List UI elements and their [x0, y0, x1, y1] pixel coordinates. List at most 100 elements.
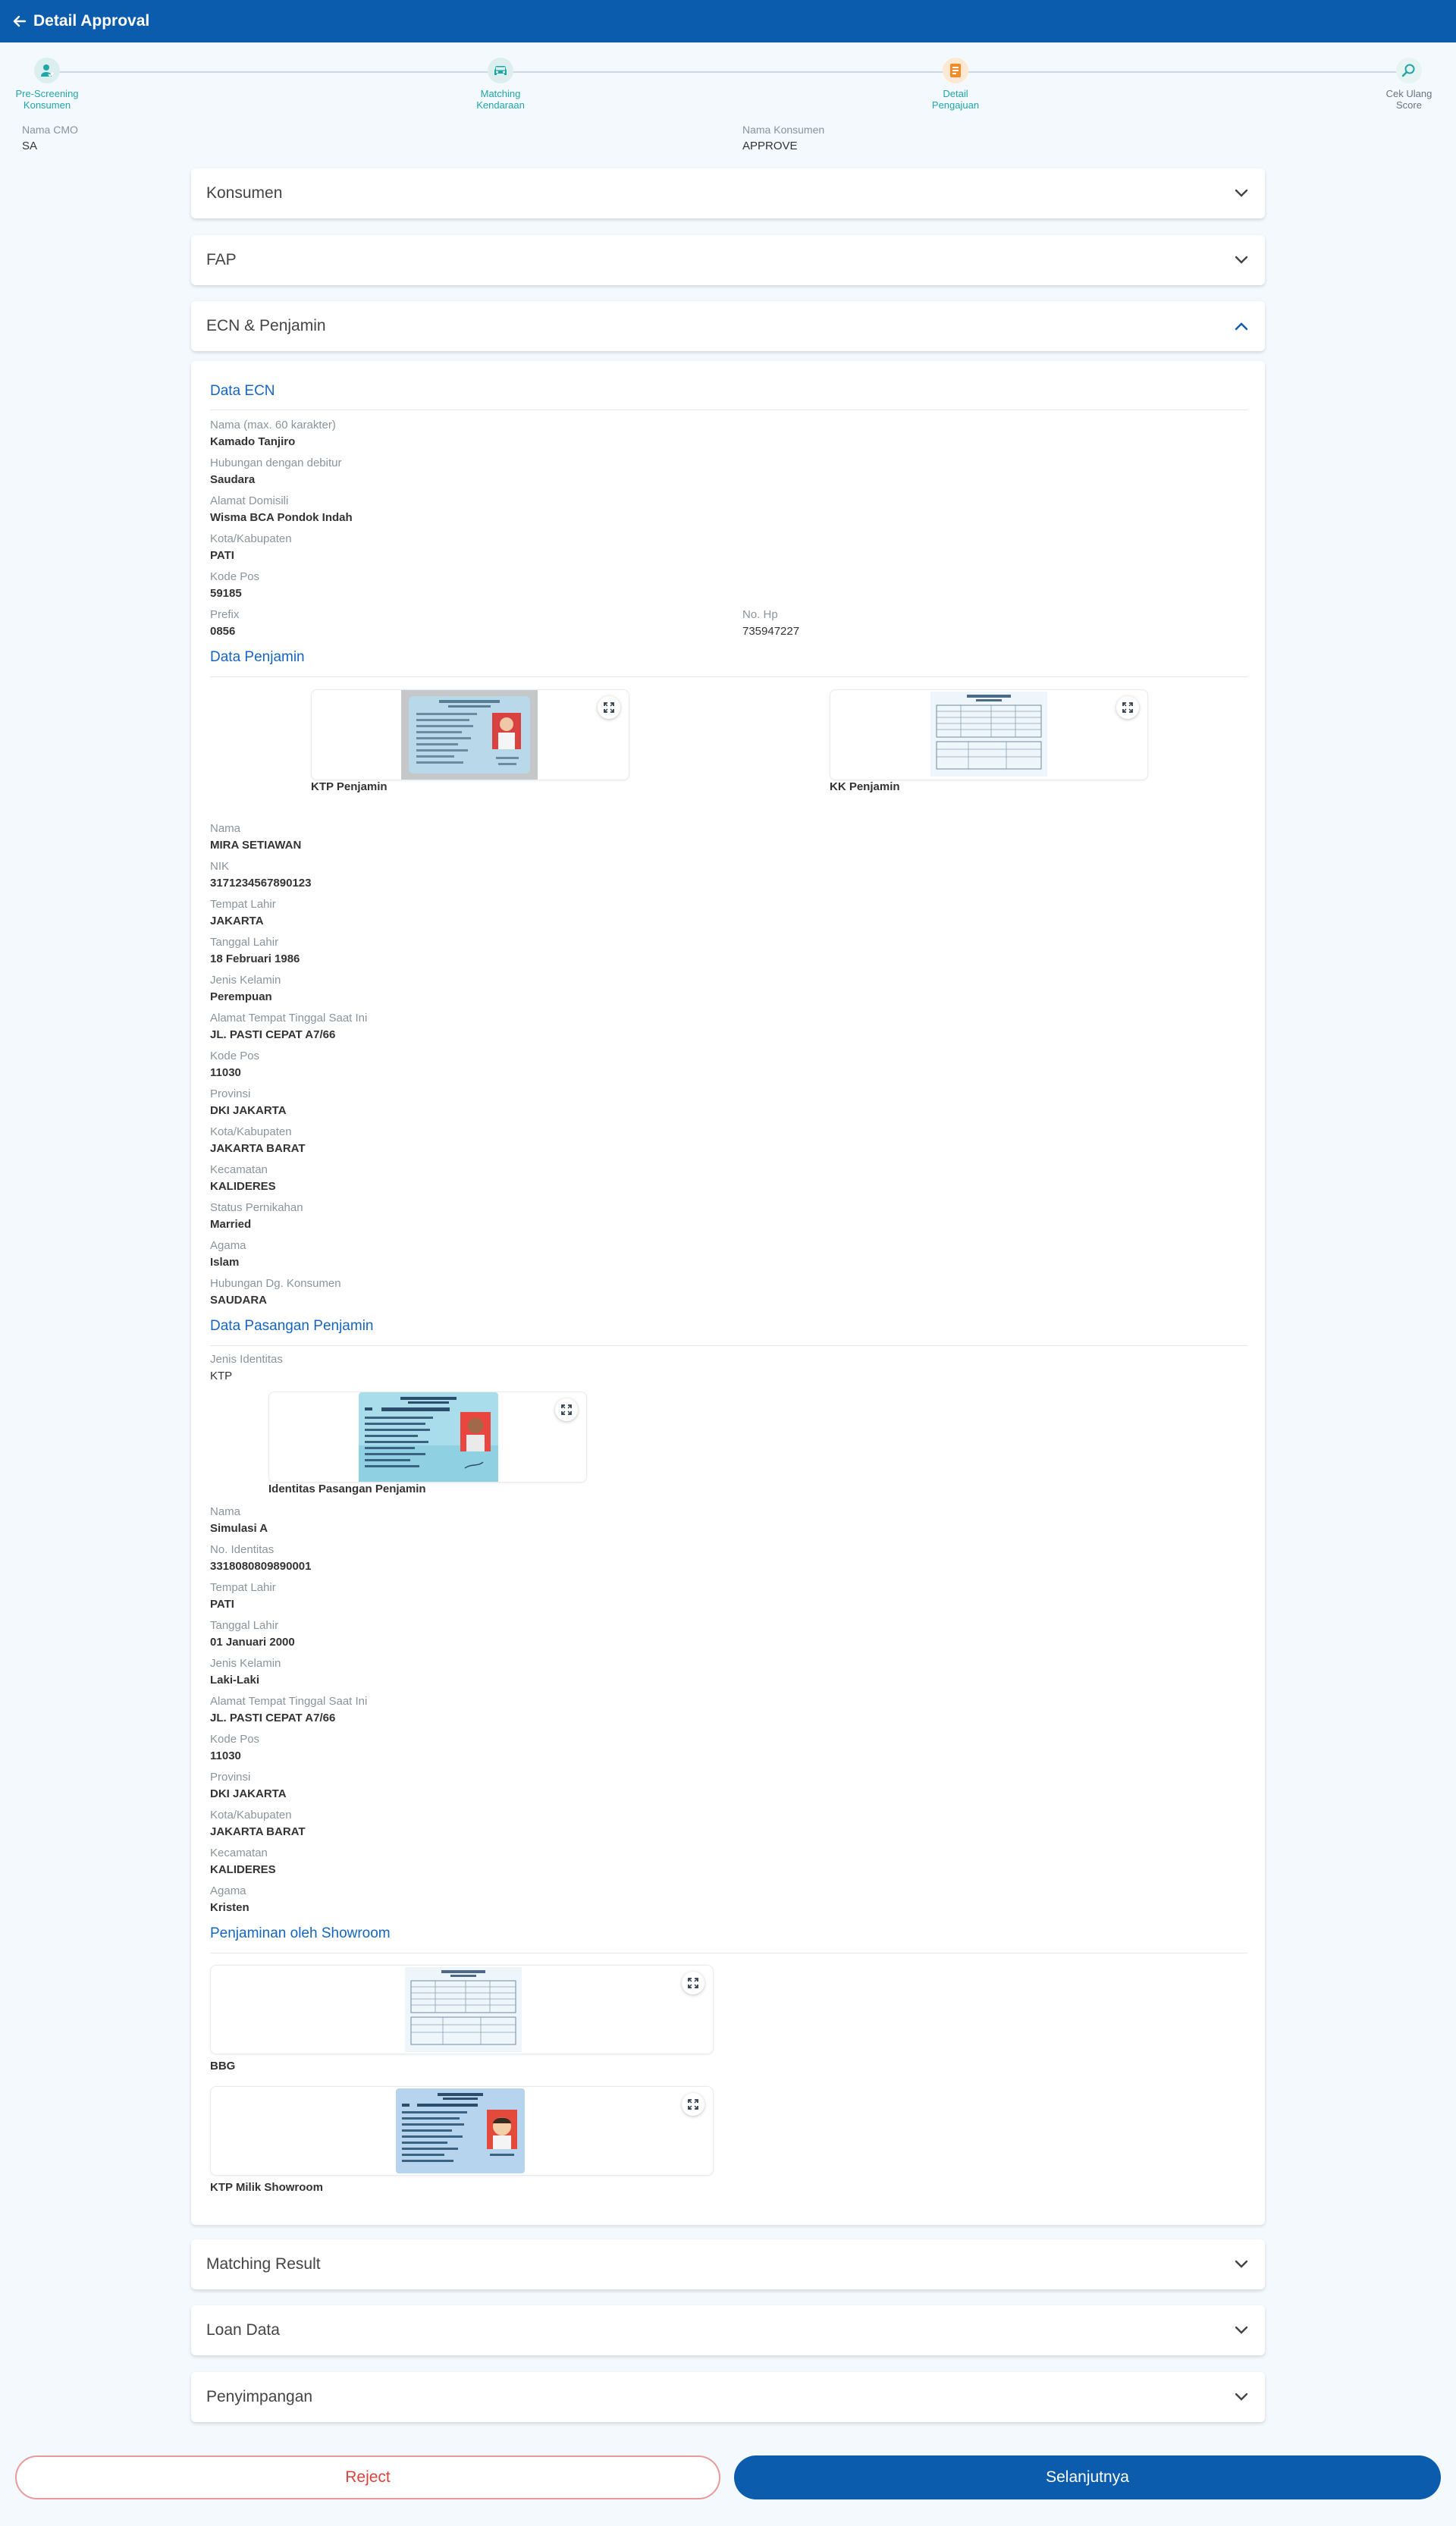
penjamin-field: Provinsi DKI JAKARTA — [210, 1087, 287, 1119]
ecn-field: Alamat Domisili Wisma BCA Pondok Indah — [210, 494, 353, 526]
field-label: Nama (max. 60 karakter) — [210, 419, 336, 431]
reject-button[interactable]: Reject — [15, 2455, 720, 2499]
step-connector — [500, 71, 956, 73]
field-value: Laki-Laki — [210, 1674, 260, 1687]
field-label: Nama Konsumen — [742, 124, 825, 136]
field-label: Hubungan dengan debitur — [210, 457, 342, 469]
pasangan-field: Alamat Tempat Tinggal Saat Ini JL. PASTI … — [210, 1695, 367, 1726]
field-label: Tanggal Lahir — [210, 936, 279, 949]
chevron-down-icon — [1233, 252, 1250, 268]
step-matching-kendaraan: Matching Kendaraan — [447, 58, 554, 111]
chevron-down-icon — [1233, 2256, 1250, 2273]
selanjutnya-button[interactable]: Selanjutnya — [734, 2455, 1441, 2499]
field-label: Nama — [210, 822, 241, 835]
field-value: Perempuan — [210, 990, 272, 1003]
divider — [210, 1345, 1247, 1346]
field-value: 11030 — [210, 1066, 241, 1079]
chevron-down-icon — [1233, 2389, 1250, 2405]
accordion-title: Matching Result — [206, 2255, 321, 2273]
divider — [210, 409, 1247, 410]
field-label: Nama CMO — [22, 124, 78, 136]
accordion-title: FAP — [206, 251, 237, 268]
accordion-fap[interactable]: FAP — [191, 235, 1265, 285]
accordion-loan-data[interactable]: Loan Data — [191, 2305, 1265, 2355]
field-value: PATI — [210, 1598, 234, 1611]
field-value: JL. PASTI CEPAT A7/66 — [210, 1028, 336, 1041]
field-value: KALIDERES — [210, 1180, 276, 1193]
field-label: Status Pernikahan — [210, 1201, 303, 1214]
field-label: Alamat Domisili — [210, 494, 289, 507]
accordion-konsumen[interactable]: Konsumen — [191, 168, 1265, 218]
field-label: Jenis Kelamin — [210, 974, 281, 987]
field-value: 11030 — [210, 1749, 241, 1762]
image-caption: KK Penjamin — [830, 780, 900, 793]
field-label: Tanggal Lahir — [210, 1619, 279, 1632]
step-cek-ulang-score: Cek Ulang Score — [1356, 58, 1456, 111]
field-label: Kota/Kabupaten — [210, 1809, 292, 1822]
field-label: Agama — [210, 1884, 246, 1897]
kk-penjamin-image[interactable] — [830, 689, 1148, 780]
ktp-penjamin-image[interactable] — [311, 689, 629, 780]
step-label: Pre-Screening Konsumen — [15, 88, 79, 111]
expand-icon[interactable] — [598, 696, 620, 719]
expand-icon[interactable] — [682, 2093, 704, 2116]
field-label: Hubungan Dg. Konsumen — [210, 1277, 341, 1290]
field-value: APPROVE — [742, 140, 798, 152]
penjamin-field: Kecamatan KALIDERES — [210, 1163, 276, 1194]
image-caption: BBG — [210, 2060, 236, 2073]
chevron-up-icon — [1233, 318, 1250, 334]
accordion-title: Konsumen — [206, 184, 283, 202]
field-value: SAUDARA — [210, 1294, 267, 1307]
identitas-pasangan-image[interactable] — [268, 1392, 587, 1483]
pasangan-field: Tempat Lahir PATI — [210, 1581, 276, 1612]
field-label: Kecamatan — [210, 1847, 268, 1859]
step-connector — [956, 71, 1409, 73]
field-value: Kristen — [210, 1901, 249, 1914]
page-title: Detail Approval — [33, 12, 150, 30]
accordion-penyimpangan[interactable]: Penyimpangan — [191, 2372, 1265, 2422]
step-label: Detail Pengajuan — [931, 88, 980, 111]
ktp-milik-showroom-image[interactable] — [210, 2086, 714, 2176]
field-label: Prefix — [210, 608, 240, 621]
penjamin-field: Agama Islam — [210, 1239, 246, 1270]
accordion-ecn-penjamin[interactable]: ECN & Penjamin — [191, 301, 1265, 351]
image-caption: KTP Milik Showroom — [210, 2181, 323, 2194]
field-value: MIRA SETIAWAN — [210, 839, 302, 852]
field-value: Married — [210, 1218, 252, 1231]
car-icon — [488, 58, 513, 83]
section-title-showroom: Penjaminan oleh Showroom — [210, 1925, 391, 1941]
pasangan-field: Jenis Kelamin Laki-Laki — [210, 1657, 281, 1688]
expand-icon[interactable] — [1116, 696, 1139, 719]
field-value: DKI JAKARTA — [210, 1787, 287, 1800]
image-caption: KTP Penjamin — [311, 780, 388, 793]
pasangan-jenis-identitas: Jenis Identitas KTP — [210, 1353, 283, 1384]
penjamin-field: Hubungan Dg. Konsumen SAUDARA — [210, 1277, 341, 1308]
field-value: 59185 — [210, 587, 242, 600]
expand-icon[interactable] — [682, 1972, 704, 1994]
penjamin-field: Status Pernikahan Married — [210, 1201, 303, 1232]
ecn-field: Kota/Kabupaten PATI — [210, 532, 292, 563]
penjamin-field: Alamat Tempat Tinggal Saat Ini JL. PASTI … — [210, 1012, 367, 1043]
expand-icon[interactable] — [555, 1398, 578, 1421]
field-value: JAKARTA — [210, 915, 264, 927]
field-value: 3318080809890001 — [210, 1560, 312, 1573]
field-label: Alamat Tempat Tinggal Saat Ini — [210, 1012, 368, 1025]
field-label: Provinsi — [210, 1087, 251, 1100]
app-bar: Detail Approval — [0, 0, 1456, 42]
accordion-matching-result[interactable]: Matching Result — [191, 2239, 1265, 2289]
step-label: Cek Ulang Score — [1385, 88, 1432, 111]
field-label: Kota/Kabupaten — [210, 532, 292, 545]
field-label: Kode Pos — [210, 1050, 260, 1062]
ecn-field: Nama (max. 60 karakter) Kamado Tanjiro — [210, 419, 336, 450]
penjamin-field: Kota/Kabupaten JAKARTA BARAT — [210, 1125, 306, 1156]
field-label: Kode Pos — [210, 1733, 260, 1746]
divider — [210, 676, 1247, 677]
field-label: Agama — [210, 1239, 246, 1252]
arrow-left-icon[interactable] — [11, 12, 29, 30]
chevron-down-icon — [1233, 2322, 1250, 2339]
bbg-image[interactable] — [210, 1965, 714, 2054]
field-value: SA — [22, 140, 38, 152]
pasangan-field: Kecamatan KALIDERES — [210, 1847, 276, 1878]
pasangan-field: Agama Kristen — [210, 1884, 249, 1916]
accordion-title: Loan Data — [206, 2321, 280, 2339]
